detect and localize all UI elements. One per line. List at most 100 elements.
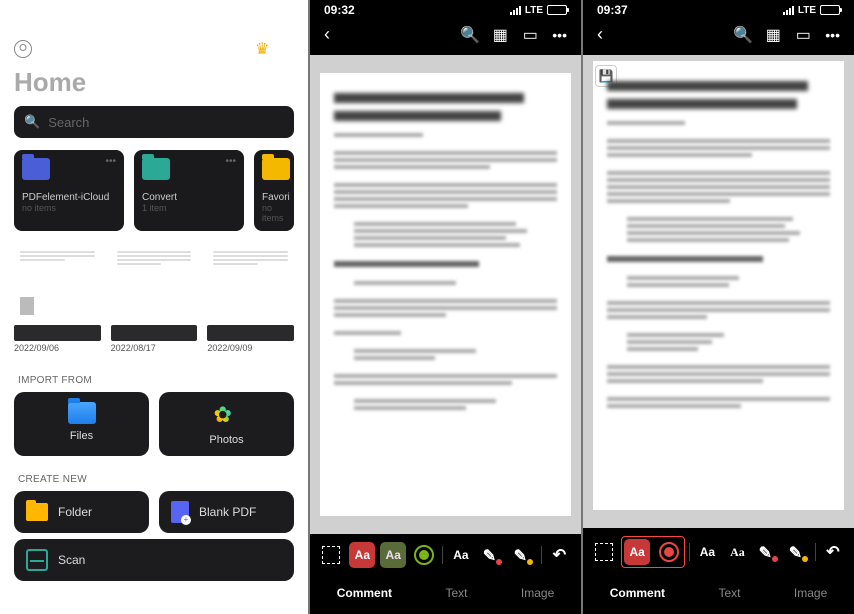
text-style-tool[interactable]: Aa — [694, 539, 720, 565]
pen-red-tool[interactable] — [479, 542, 505, 568]
text-outline-tool[interactable]: Aa — [724, 539, 750, 565]
home-indicator[interactable] — [104, 606, 204, 610]
doc-card[interactable]: 2022/09/09 — [207, 245, 294, 353]
grid-icon[interactable]: ▦ — [492, 27, 508, 43]
signal-icon — [783, 6, 794, 15]
doc-date: 2022/09/06 — [14, 343, 101, 353]
tab-image[interactable]: Image — [794, 586, 827, 600]
more-icon[interactable]: ••• — [825, 27, 840, 43]
separator — [541, 546, 542, 564]
photos-icon — [214, 402, 240, 428]
import-label: Photos — [209, 434, 243, 446]
doc-date: 2022/08/17 — [111, 343, 198, 353]
doc-card[interactable]: 2022/09/06 — [14, 245, 101, 353]
search-icon: 🔍 — [24, 114, 40, 130]
pen-yellow-tool[interactable] — [785, 539, 811, 565]
separator — [815, 543, 816, 561]
doc-card[interactable]: 2022/08/17 — [111, 245, 198, 353]
status-time: 09:29 — [14, 3, 45, 17]
search-input[interactable]: 🔍 Search — [14, 106, 294, 138]
folder-name: PDFelement-iCloud — [22, 192, 116, 203]
folder-count: 1 item — [142, 203, 236, 213]
home-indicator[interactable] — [669, 606, 769, 610]
premium-icon[interactable]: ♛ — [255, 39, 269, 59]
folder-name: Convert — [142, 192, 236, 203]
scan-icon — [26, 549, 48, 571]
grid-icon[interactable]: ▦ — [765, 27, 781, 43]
signal-icon — [510, 6, 521, 15]
select-tool[interactable] — [318, 542, 344, 568]
battery-icon — [547, 5, 567, 15]
tab-text[interactable]: Text — [718, 586, 740, 600]
create-blank-pdf-button[interactable]: Blank PDF — [159, 491, 294, 533]
search-icon[interactable]: 🔍 — [735, 27, 751, 43]
document-viewport[interactable]: 💾 — [583, 55, 854, 528]
more-icon[interactable]: ••• — [552, 27, 567, 43]
folder-pdfelement[interactable]: ••• PDFelement-iCloud no items — [14, 150, 124, 231]
pen-red-tool[interactable] — [755, 539, 781, 565]
pdf-page — [320, 73, 571, 516]
folder-count: no items — [262, 203, 286, 223]
select-tool[interactable] — [591, 539, 617, 565]
undo-button[interactable]: ↶ — [546, 542, 572, 568]
separator — [442, 546, 443, 564]
battery-icon — [274, 5, 294, 15]
status-bar: 09:32 LTE — [310, 0, 581, 20]
folder-more-icon[interactable]: ••• — [225, 156, 236, 167]
folder-icon — [22, 158, 50, 180]
document-viewport[interactable] — [310, 55, 581, 534]
recent-docs: 2022/09/06 2022/08/17 2022/09/09 — [0, 245, 308, 367]
folder-icon — [262, 158, 290, 180]
folder-favorites[interactable]: Favori no items — [254, 150, 294, 231]
status-right: LTE — [237, 5, 294, 16]
import-photos-button[interactable]: Photos — [159, 392, 294, 456]
doc-date: 2022/09/09 — [207, 343, 294, 353]
create-scan-button[interactable]: Scan — [14, 539, 294, 581]
highlight-green-tool[interactable]: Aa — [380, 542, 406, 568]
back-button[interactable]: ‹ — [597, 24, 603, 45]
network-label: LTE — [525, 5, 543, 16]
status-bar: 09:37 LTE — [583, 0, 854, 20]
status-bar: 09:29 LTE — [0, 0, 308, 20]
profile-icon[interactable] — [14, 40, 32, 58]
tab-text[interactable]: Text — [445, 586, 467, 600]
doc-thumbnail — [14, 245, 101, 321]
status-right: LTE — [783, 5, 840, 16]
back-to-search[interactable]: ◀ Search — [0, 20, 308, 35]
folder-convert[interactable]: ••• Convert 1 item — [134, 150, 244, 231]
files-icon — [68, 402, 96, 424]
import-label: Files — [70, 430, 93, 442]
doc-name-blurred — [207, 325, 294, 341]
doc-name-blurred — [14, 325, 101, 341]
editor-panel-1: 09:32 LTE ‹ 🔍 ▦ ▭ ••• — [310, 0, 581, 614]
import-files-button[interactable]: Files — [14, 392, 149, 456]
text-style-tool[interactable]: Aa — [448, 542, 474, 568]
doc-thumbnail — [207, 245, 294, 321]
folder-icon — [26, 503, 48, 521]
back-button[interactable]: ‹ — [324, 24, 330, 45]
circle-red-tool[interactable] — [656, 539, 682, 565]
status-right: LTE — [510, 5, 567, 16]
highlight-red-tool[interactable]: Aa — [624, 539, 650, 565]
home-indicator[interactable] — [396, 606, 496, 610]
bookmark-icon[interactable]: ▭ — [795, 27, 811, 43]
more-icon[interactable]: ••• — [279, 41, 294, 57]
folder-more-icon[interactable]: ••• — [105, 156, 116, 167]
create-folder-button[interactable]: Folder — [14, 491, 149, 533]
tab-image[interactable]: Image — [521, 586, 554, 600]
pen-yellow-tool[interactable] — [510, 542, 536, 568]
tab-comment[interactable]: Comment — [337, 586, 392, 600]
undo-button[interactable]: ↶ — [820, 539, 846, 565]
create-label: Folder — [58, 505, 92, 519]
highlight-red-tool[interactable]: Aa — [349, 542, 375, 568]
search-icon[interactable]: 🔍 — [462, 27, 478, 43]
home-panel: 09:29 LTE ◀ Search ♛ ••• Home 🔍 Search •… — [0, 0, 308, 614]
create-section-label: CREATE NEW — [0, 466, 308, 491]
circle-green-tool[interactable] — [411, 542, 437, 568]
status-time: 09:32 — [324, 3, 355, 17]
signal-icon — [237, 6, 248, 15]
bookmark-icon[interactable]: ▭ — [522, 27, 538, 43]
tab-comment[interactable]: Comment — [610, 586, 665, 600]
folder-name: Favori — [262, 192, 286, 203]
page-title: Home — [0, 67, 308, 106]
